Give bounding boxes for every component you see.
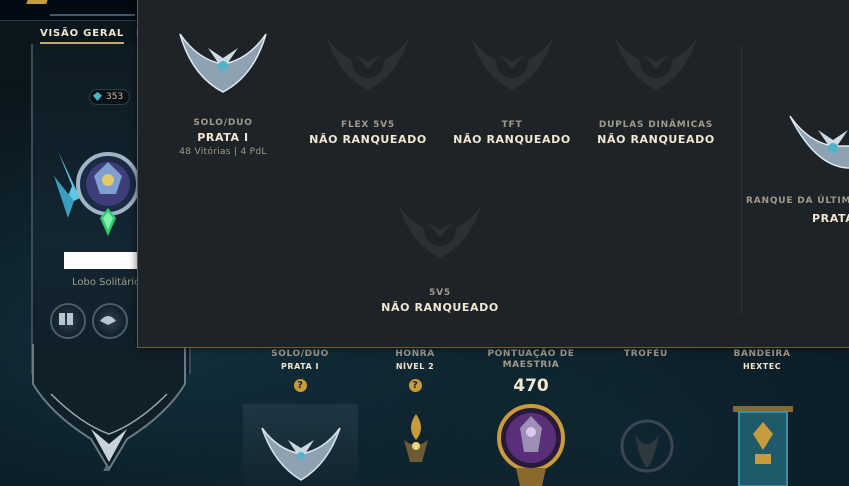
- ranked-queue-flex: FLEX 5V5 NÃO RANQUEADO: [298, 32, 438, 146]
- solo-rank-emblem-icon: [261, 427, 341, 481]
- ranked-details-popup: SOLO/DUO PRATA I 48 Vitórias | 4 PdL FLE…: [137, 0, 849, 348]
- challenge-tokens: [50, 303, 134, 344]
- highlight-solo[interactable]: SOLO/DUO PRATA I ?: [245, 349, 355, 393]
- summoner-title: Lobo Solitário: [72, 277, 141, 288]
- client-logo-icon[interactable]: [26, 0, 50, 4]
- highlight-mastery[interactable]: PONTUAÇÃO DE MAESTRIA 470: [476, 349, 586, 396]
- ranked-queue-5v5: 5V5 NÃO RANQUEADO: [370, 200, 510, 314]
- queue-name: DUPLAS DINÂMICAS: [598, 120, 714, 130]
- honor-emblem-icon: [404, 414, 428, 462]
- summoner-level-badge: 353: [89, 89, 131, 105]
- level-gem-icon: [93, 92, 102, 101]
- silver-rank-emblem-icon: [179, 33, 267, 93]
- unranked-emblem-icon: [327, 38, 409, 90]
- queue-name: SOLO/DUO: [193, 118, 253, 128]
- ranked-queue-double-up: DUPLAS DINÂMICAS NÃO RANQUEADO: [586, 32, 726, 146]
- banner-bottom-ornament-icon: [32, 344, 186, 471]
- highlight-honor-value: NÍVEL 2: [395, 362, 435, 371]
- queue-tier: NÃO RANQUEADO: [453, 133, 571, 146]
- queue-tier: NÃO RANQUEADO: [597, 133, 715, 146]
- queue-tier: NÃO RANQUEADO: [309, 133, 427, 146]
- queue-name: TFT: [501, 120, 523, 130]
- challenge-token-icon: [100, 316, 116, 325]
- queue-stats: 48 Vitórias | 4 PdL: [179, 147, 267, 157]
- summoner-avatar[interactable]: [50, 146, 140, 251]
- queue-tier: PRATA I: [197, 131, 249, 144]
- challenge-token-1[interactable]: [50, 303, 86, 339]
- unranked-emblem-icon: [399, 206, 481, 258]
- trophy-placeholder-icon: [620, 419, 674, 473]
- queue-name: FLEX 5V5: [341, 120, 395, 130]
- summoner-icon: [54, 151, 140, 236]
- ranked-queue-tft: TFT NÃO RANQUEADO: [442, 32, 582, 146]
- popup-divider: [741, 45, 742, 315]
- ranked-queue-solo: SOLO/DUO PRATA I 48 Vitórias | 4 PdL: [153, 28, 293, 157]
- highlight-banner[interactable]: BANDEIRA HEXTEC: [707, 349, 817, 371]
- unranked-emblem-icon: [615, 38, 697, 90]
- challenge-token-2[interactable]: [92, 303, 128, 339]
- last-season-label: RANQUE DA ÚLTIMA: [746, 196, 849, 206]
- highlight-trophy-label: TROFÉU: [624, 349, 668, 359]
- tab-overview[interactable]: VISÃO GERAL: [40, 28, 125, 44]
- highlight-honor-label: HONRA: [395, 349, 435, 359]
- last-season-rank-emblem-icon: [789, 115, 849, 169]
- mastery-champion-icon: [497, 404, 565, 486]
- queue-tier: NÃO RANQUEADO: [381, 301, 499, 314]
- nav-underline: [50, 2, 135, 16]
- queue-name: 5V5: [429, 288, 451, 298]
- mastery-score: 470: [513, 376, 549, 396]
- help-icon[interactable]: ?: [293, 379, 307, 392]
- highlight-solo-value: PRATA I: [281, 362, 319, 371]
- highlight-honor[interactable]: HONRA NÍVEL 2 ?: [360, 349, 470, 393]
- highlight-banner-value: HEXTEC: [742, 362, 782, 371]
- last-season-tier: PRATA: [812, 212, 849, 225]
- summoner-level: 353: [106, 92, 124, 102]
- hextech-banner-icon: [733, 406, 793, 486]
- highlight-trophy[interactable]: TROFÉU: [591, 349, 701, 360]
- challenge-token-icon: [59, 313, 73, 325]
- help-icon[interactable]: ?: [408, 379, 422, 392]
- highlight-solo-label: SOLO/DUO: [271, 349, 329, 359]
- highlight-banner-label: BANDEIRA: [733, 349, 791, 359]
- summoner-name-redacted: [64, 252, 143, 269]
- highlight-mastery-label: PONTUAÇÃO DE MAESTRIA: [487, 349, 575, 370]
- expand-up-icon[interactable]: ▲: [101, 462, 112, 474]
- unranked-emblem-icon: [471, 38, 553, 90]
